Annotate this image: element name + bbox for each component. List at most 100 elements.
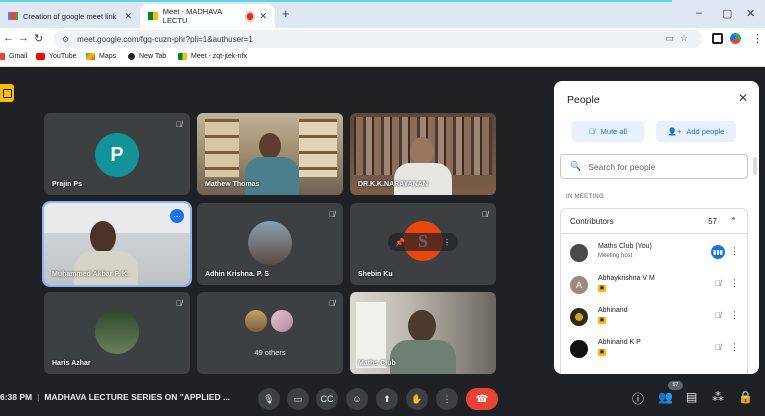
people-panel: People ✕ 🎙̸ Mute all 👤+ Add people 🔍 Sea… (554, 81, 759, 374)
browser-menu-icon[interactable]: ⋮ (752, 32, 763, 45)
participant-tile[interactable]: Maths Club (350, 292, 496, 374)
address-bar-actions[interactable]: ▭☆ (665, 33, 694, 44)
panel-title: People (567, 94, 600, 106)
site-info-icon[interactable]: ⚙ (62, 35, 69, 44)
present-screen-button[interactable]: ⬆ (376, 388, 398, 410)
tab-title: Meet - MADHAVA LECTU (162, 7, 222, 25)
bookmark-youtube[interactable]: YouTube (36, 53, 77, 60)
add-people-button[interactable]: 👤+ Add people (656, 121, 736, 142)
browser-tab-strip: Creation of google meet link ✕ Meet - MA… (0, 0, 765, 28)
search-people-input[interactable]: 🔍 Search for people (560, 154, 748, 179)
chat-icon[interactable]: ▤ (686, 390, 697, 404)
participant-name: Muhammed Akbar P. K. (52, 271, 130, 278)
participant-name: Mathew Thomas (205, 181, 260, 188)
participant-tile[interactable]: 🎙̸ Haris Azhar (44, 292, 190, 374)
participant-tile[interactable]: Mathew Thomas (197, 113, 343, 195)
more-options-button[interactable]: ⋮ (436, 388, 458, 410)
mic-off-icon: 🎙̸ (329, 210, 335, 219)
host-controls-icon[interactable]: 🔒 (738, 390, 753, 404)
meeting-control-bar: 6:38 PM | MADHAVA LECTURE SERIES ON "APPLI… (0, 380, 765, 416)
bookmark-gmail[interactable]: Gmail (0, 53, 27, 60)
mic-off-icon: 🎙̸ (715, 279, 721, 288)
more-options-icon[interactable]: ⋮ (730, 310, 739, 321)
maps-icon (86, 53, 95, 60)
person-body (245, 157, 299, 195)
close-panel-icon[interactable]: ✕ (738, 91, 748, 105)
forward-icon[interactable]: → (18, 32, 29, 44)
others-tile[interactable]: 🎙̸ 49 others (197, 292, 343, 374)
participant-name: Maths Club (358, 360, 396, 367)
participant-name: Adhin Krishna. P. S (205, 271, 270, 278)
mic-off-icon: 🎙̸ (589, 127, 595, 136)
captions-button[interactable]: CC (316, 388, 338, 410)
reload-icon[interactable]: ↻ (34, 32, 43, 45)
raise-hand-button[interactable]: ✋ (406, 388, 428, 410)
mic-off-icon: 🎙̸ (329, 299, 335, 308)
participant-count-badge: 57 (668, 381, 683, 390)
more-options-icon[interactable]: ⋮ (730, 246, 739, 257)
person-head (90, 221, 116, 253)
back-icon[interactable]: ← (3, 32, 14, 44)
person-body (74, 251, 138, 285)
url-text: meet.google.com/fgq-cuzn-phr?pli=1&authu… (77, 34, 253, 44)
add-person-icon: 👤+ (667, 127, 682, 136)
camera-button[interactable]: ▭ (287, 388, 309, 410)
bookmark-new-tab[interactable]: New Tab (128, 53, 166, 60)
mute-all-button[interactable]: 🎙̸ Mute all (572, 121, 644, 142)
avatar (570, 244, 588, 262)
close-tab-icon[interactable]: ✕ (124, 11, 132, 22)
youtube-icon (36, 53, 45, 60)
address-bar-row: ← → ↻ ⚙ meet.google.com/fgq-cuzn-phr?pli… (0, 28, 765, 50)
extensions-icon[interactable] (712, 33, 723, 44)
more-options-icon[interactable]: ⋮ (730, 278, 739, 289)
tab-creation-of-google-meet-link[interactable]: Creation of google meet link ✕ (0, 4, 140, 28)
microphone-button[interactable]: 🎙 (258, 388, 280, 410)
participant-tile[interactable]: DR.K.K.NARAYANAN (350, 113, 496, 195)
list-item[interactable]: Abhinand K P ▣ 🎙̸ ⋮ (561, 332, 747, 364)
meeting-title: MADHAVA LECTURE SERIES ON "APPLIED ... (44, 392, 231, 402)
close-window-button[interactable]: ✕ (746, 7, 755, 20)
person-head (410, 137, 434, 165)
panel-scrollbar[interactable] (753, 157, 757, 175)
more-options-icon[interactable]: ⋯ (170, 209, 184, 223)
participant-tile[interactable]: ⋯ Muhammed Akbar P. K. (42, 201, 192, 287)
contributors-group-header[interactable]: Contributors 57 ⌃ (560, 208, 748, 234)
tab-title: Creation of google meet link (23, 11, 117, 21)
address-bar[interactable]: ⚙ meet.google.com/fgq-cuzn-phr?pli=1&aut… (54, 30, 702, 48)
person-body (394, 163, 452, 195)
bookmark-meet[interactable]: Meet - zqt-jtek-nfx (178, 53, 247, 60)
host-controls-icon[interactable] (0, 84, 14, 102)
participant-name: Haris Azhar (52, 360, 91, 367)
list-item[interactable]: A Abhaykrishna V M ▣ 🎙̸ ⋮ (561, 268, 747, 300)
list-item[interactable]: Maths Club (You) Meeting host ▮▮▮ ⋮ (561, 236, 747, 268)
minimize-button[interactable]: – (696, 7, 702, 19)
more-options-icon[interactable]: ⋮ (443, 238, 451, 247)
leave-call-button[interactable]: ☎ (466, 388, 498, 410)
person-body (390, 340, 456, 374)
bookmark-maps[interactable]: Maps (86, 53, 116, 60)
participant-tile[interactable]: P 🎙̸ Prajin Ps (44, 113, 190, 195)
whiteboard-background (44, 203, 190, 233)
activities-icon[interactable]: ⁂ (712, 390, 724, 404)
list-item[interactable]: Abhinand ▣ 🎙̸ ⋮ (561, 300, 747, 332)
people-icon[interactable]: 👥 (658, 390, 673, 404)
participant-list: Maths Club (You) Meeting host ▮▮▮ ⋮ A Ab… (560, 234, 748, 374)
person-head (408, 310, 436, 342)
more-options-icon[interactable]: ⋮ (730, 342, 739, 353)
close-tab-icon[interactable]: ✕ (259, 11, 267, 22)
chevron-up-icon[interactable]: ⌃ (729, 216, 737, 227)
emoji-reaction-button[interactable]: ☺ (346, 388, 368, 410)
profile-avatar[interactable] (730, 33, 741, 44)
restore-button[interactable]: ▢ (722, 7, 732, 20)
globe-icon (128, 53, 135, 60)
participant-tile[interactable]: 🎙̸ Adhin Krishna. P. S (197, 203, 343, 285)
tab-meet-madhava-lecture[interactable]: Meet - MADHAVA LECTU ✕ (140, 4, 275, 28)
divider: | (37, 392, 40, 402)
mic-off-icon: 🎙̸ (482, 210, 488, 219)
new-tab-button[interactable]: + (282, 6, 290, 21)
avatar: A (570, 276, 588, 294)
meeting-details-icon[interactable]: ⓘ (632, 390, 644, 407)
pin-icon[interactable]: 📌 (395, 238, 405, 247)
tile-hover-controls[interactable]: 📌 ⋮ (388, 233, 458, 251)
participant-tile[interactable]: S 📌 ⋮ 🎙̸ Shebin Ku (350, 203, 496, 285)
